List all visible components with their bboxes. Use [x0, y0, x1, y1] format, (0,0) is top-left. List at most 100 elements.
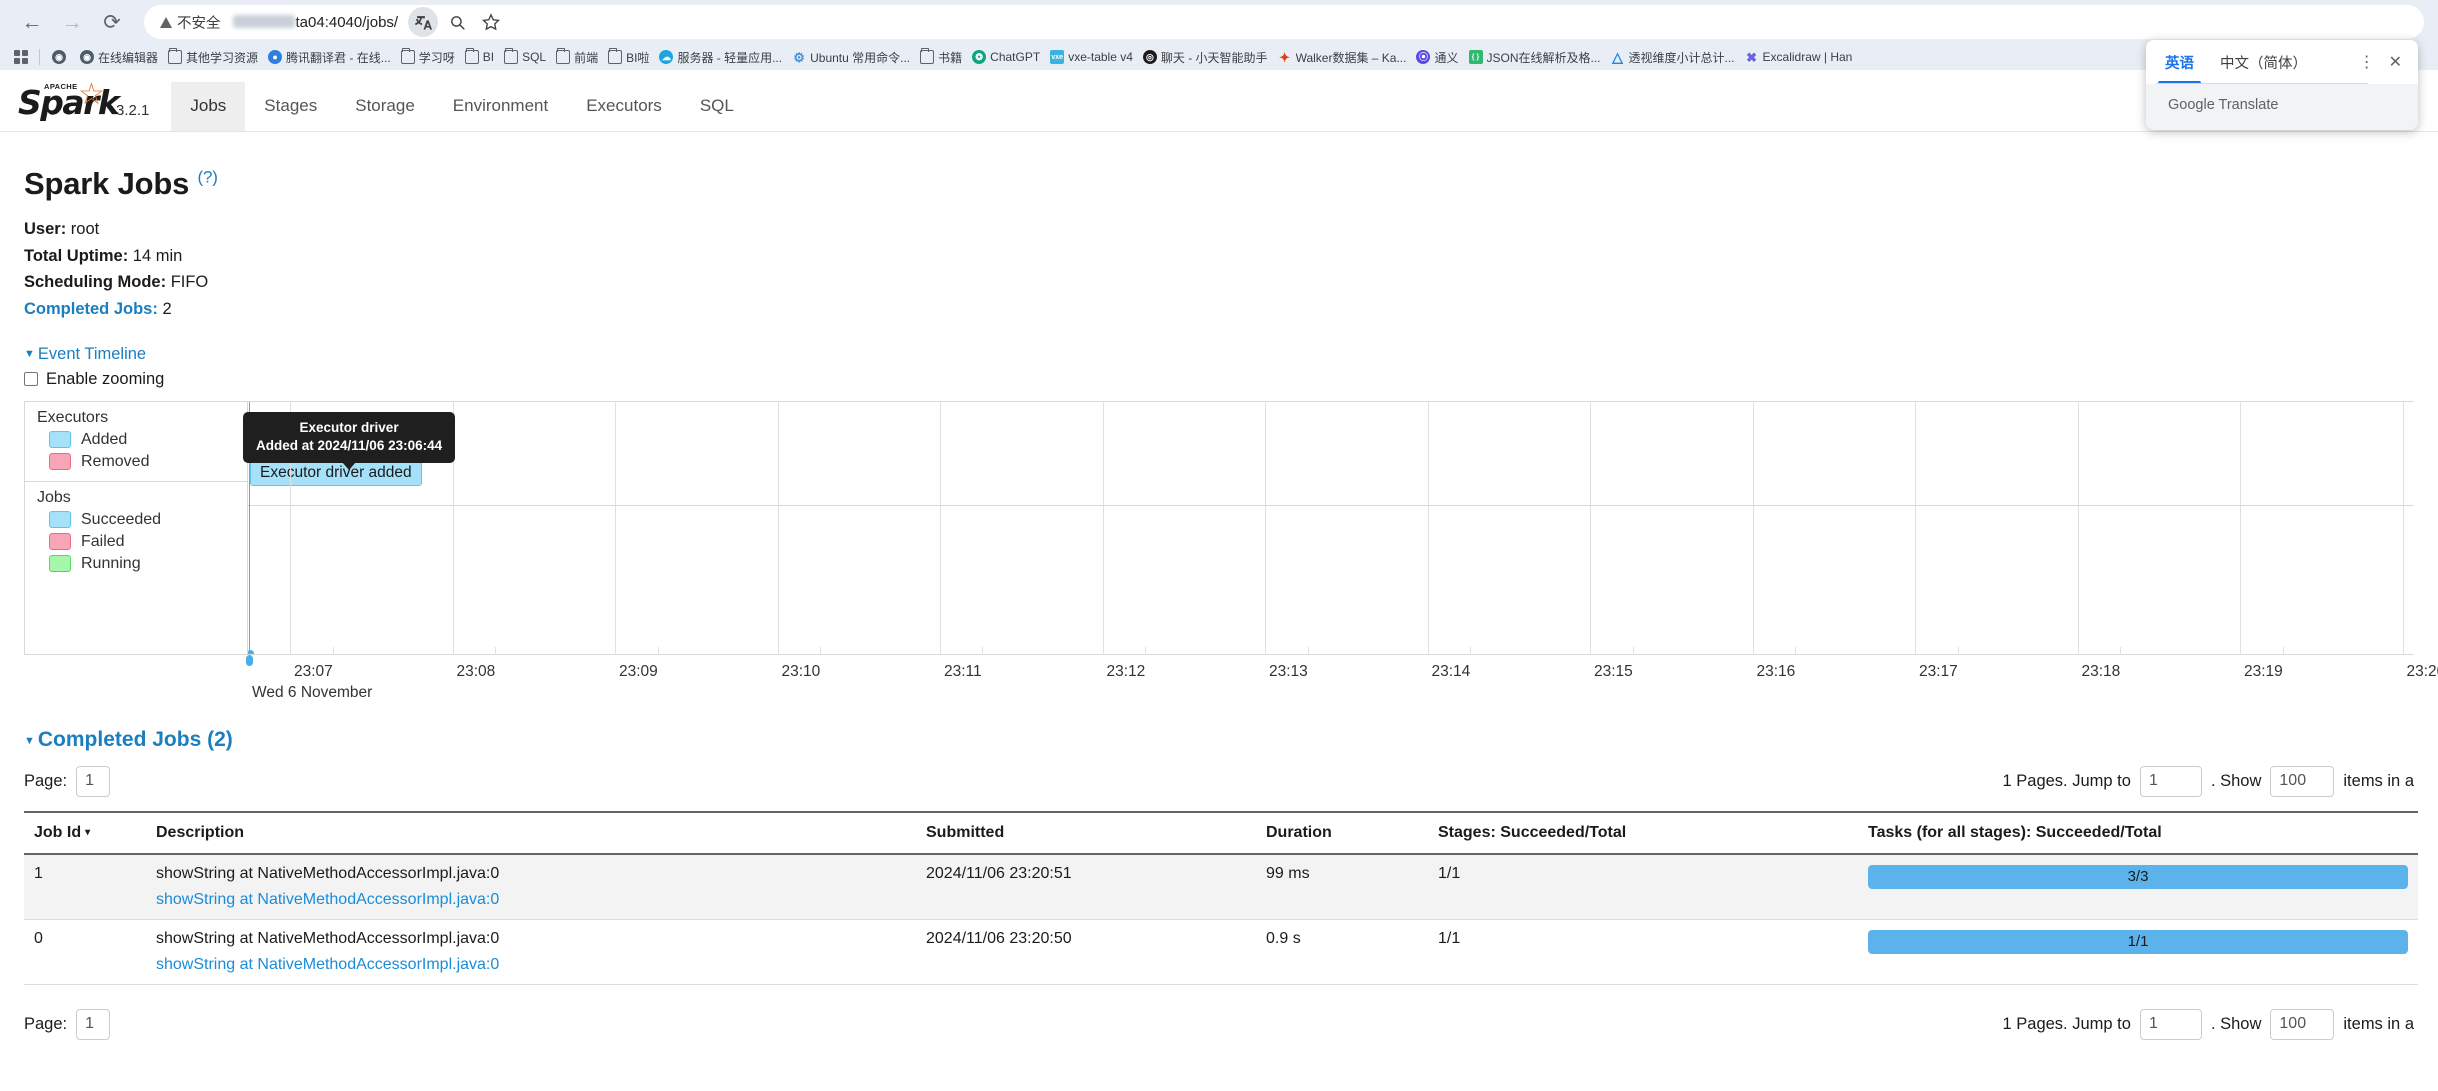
cell-duration: 0.9 s — [1256, 919, 1428, 985]
not-secure-label: 不安全 — [177, 15, 221, 32]
bookmark-item[interactable]: 前端 — [551, 47, 603, 68]
not-secure-indicator[interactable]: 不安全 — [160, 12, 221, 33]
timeline-axis-tick: 23:14 — [1427, 646, 1472, 681]
page-title: Spark Jobs (?) — [24, 166, 2414, 202]
tooltip-detail: Added at 2024/11/06 23:06:44 — [256, 438, 443, 454]
tab-environment[interactable]: Environment — [434, 82, 567, 131]
job-description-link[interactable]: showString at NativeMethodAccessorImpl.j… — [156, 956, 906, 974]
column-description[interactable]: Description — [146, 810, 916, 855]
timeline-axis-tickmark — [2282, 646, 2284, 655]
bookmark-item[interactable]: vxe vxe-table v4 — [1045, 48, 1138, 66]
folder-icon — [608, 47, 623, 64]
bookmark-item[interactable]: 书籍 — [915, 47, 967, 68]
bookmark-item[interactable]: BI — [460, 47, 499, 66]
timeline-event-executor-added[interactable]: Executor driver added — [250, 459, 422, 486]
bookmark-item[interactable]: ❂ ChatGPT — [967, 48, 1045, 66]
table-row: 1 showString at NativeMethodAccessorImpl… — [24, 853, 2418, 920]
bookmark-label: 前端 — [574, 50, 599, 65]
back-button[interactable]: ← — [14, 4, 50, 40]
translate-tab-english[interactable]: 英语 — [2152, 40, 2207, 84]
cell-description: showString at NativeMethodAccessorImpl.j… — [146, 919, 916, 985]
tab-sql[interactable]: SQL — [681, 82, 753, 131]
timeline-gridline — [1915, 401, 1916, 654]
timeline-axis-tickmark — [981, 646, 983, 655]
enable-zooming-checkbox[interactable] — [24, 372, 38, 387]
page-number-button-bottom[interactable]: 1 — [76, 1008, 111, 1040]
kebab-menu-icon[interactable]: ⋮ — [2359, 52, 2375, 72]
tab-stages[interactable]: Stages — [245, 82, 336, 131]
bookmark-item[interactable]: SQL — [499, 47, 551, 66]
apps-grid-icon[interactable] — [10, 46, 32, 68]
reload-button[interactable]: ⟳ — [94, 4, 130, 40]
forward-button[interactable]: → — [54, 4, 90, 40]
tab-jobs[interactable]: Jobs — [171, 82, 246, 131]
pagination-controls-bottom: 1 Pages. Jump to 1 . Show 100 items in a — [2003, 1008, 2414, 1040]
bookmark-item[interactable]: ◉ — [47, 48, 75, 66]
completed-jobs-toggle[interactable]: ▼ Completed Jobs (2) — [24, 728, 233, 752]
bookmark-item[interactable]: ☁ 服务器 - 轻量应用... — [654, 47, 787, 68]
show-items-input-bottom[interactable]: 100 — [2270, 1008, 2335, 1040]
translate-icon[interactable] — [408, 7, 439, 37]
timeline-gridline — [2402, 401, 2404, 654]
show-items-input-top[interactable]: 100 — [2270, 765, 2335, 797]
bookmark-label: 其他学习资源 — [186, 50, 259, 65]
column-tasks[interactable]: Tasks (for all stages): Succeeded/Total — [1858, 810, 2418, 855]
timeline-axis-tick: 23:10 — [777, 646, 822, 681]
legend-item-removed: Removed — [37, 451, 247, 473]
column-job-id-label: Job Id — [34, 823, 82, 841]
show-label: . Show — [2210, 1014, 2262, 1033]
warning-triangle-icon — [160, 16, 172, 28]
bookmark-item[interactable]: { } JSON在线解析及格... — [1464, 47, 1606, 68]
summary-scheduling-value: FIFO — [170, 273, 209, 292]
tab-executors[interactable]: Executors — [567, 82, 681, 131]
spark-brand[interactable]: APACHE Spark ☆ 3.2.1 — [18, 80, 149, 131]
bookmarks-bar: ◉ ◉ 在线编辑器 其他学习资源 ● 腾讯翻译君 - 在线... 学习呀 BI SQ… — [0, 44, 2438, 70]
column-stages[interactable]: Stages: Succeeded/Total — [1428, 810, 1858, 855]
timeline-axis-tick: 23:15 — [1589, 646, 1634, 681]
bookmark-item[interactable]: 学习呀 — [396, 47, 460, 68]
column-submitted[interactable]: Submitted — [916, 810, 1256, 855]
timeline-axis-tick: 23:19 — [2239, 646, 2284, 681]
legend-item-added: Added — [37, 429, 247, 451]
bookmark-label: BI — [482, 50, 495, 64]
bookmark-item[interactable]: ⦿ 通义 — [1411, 47, 1463, 68]
summary-completed-jobs[interactable]: Completed Jobs: 2 — [24, 296, 2414, 323]
url-redacted-host — [232, 14, 295, 28]
url-visible: ta04:4040/jobs/ — [295, 13, 399, 31]
column-duration[interactable]: Duration — [1256, 810, 1428, 855]
bookmark-item[interactable]: ◎ 聊天 - 小天智能助手 — [1138, 47, 1273, 68]
jump-to-input-top[interactable]: 1 — [2139, 765, 2202, 797]
bookmark-item[interactable]: ✖ Excalidraw | Han — [1740, 48, 1858, 66]
timeline-gridline — [1752, 401, 1754, 654]
search-icon[interactable] — [442, 7, 472, 37]
bookmark-item[interactable]: ⚙ Ubuntu 常用命令... — [787, 47, 915, 68]
timeline-plot-area[interactable]: Executor driver added Executor driver Ad… — [243, 401, 2414, 654]
legend-swatch-succeeded — [49, 511, 71, 529]
bookmark-item[interactable]: △ 透视维度小计总计... — [1606, 47, 1740, 68]
translate-tab-chinese[interactable]: 中文（简体） — [2207, 40, 2320, 84]
column-job-id[interactable]: Job Id ▾ — [24, 810, 146, 855]
bookmark-item[interactable]: BI啦 — [603, 47, 654, 68]
event-timeline-toggle[interactable]: ▼ Event Timeline — [24, 345, 146, 364]
address-bar[interactable]: 不安全 ta04:4040/jobs/ — [144, 5, 2424, 39]
spark-navbar: APACHE Spark ☆ 3.2.1 Jobs Stages Storage… — [0, 70, 2438, 132]
legend-swatch-removed — [49, 453, 71, 471]
page-number-button-top[interactable]: 1 — [76, 765, 111, 797]
sort-desc-icon: ▾ — [85, 826, 91, 838]
event-timeline-chart[interactable]: Executors Added Removed Jobs Succeeded F… — [24, 400, 2414, 655]
timeline-axis: Wed 6 November 23:07 23:08 23:09 23:10 23:11… — [24, 646, 2438, 702]
timeline-gridline — [615, 401, 616, 654]
table-header-row: Job Id ▾ Description Submitted Duration S… — [24, 810, 2418, 855]
close-icon[interactable]: ✕ — [2389, 52, 2402, 72]
bookmark-item[interactable]: ◉ 在线编辑器 — [75, 47, 163, 68]
job-description-link[interactable]: showString at NativeMethodAccessorImpl.j… — [156, 891, 906, 909]
bookmark-item[interactable]: 其他学习资源 — [163, 47, 263, 68]
help-link[interactable]: (?) — [198, 168, 218, 187]
chat-icon: ◎ — [1142, 50, 1157, 64]
bookmark-item[interactable]: ● 腾讯翻译君 - 在线... — [263, 47, 396, 68]
tab-storage[interactable]: Storage — [336, 82, 434, 131]
job-description-text: showString at NativeMethodAccessorImpl.j… — [156, 929, 500, 947]
bookmark-star-icon[interactable] — [476, 7, 506, 37]
bookmark-item[interactable]: ✦ Walker数据集 – Ka... — [1273, 47, 1412, 68]
jump-to-input-bottom[interactable]: 1 — [2139, 1008, 2202, 1040]
